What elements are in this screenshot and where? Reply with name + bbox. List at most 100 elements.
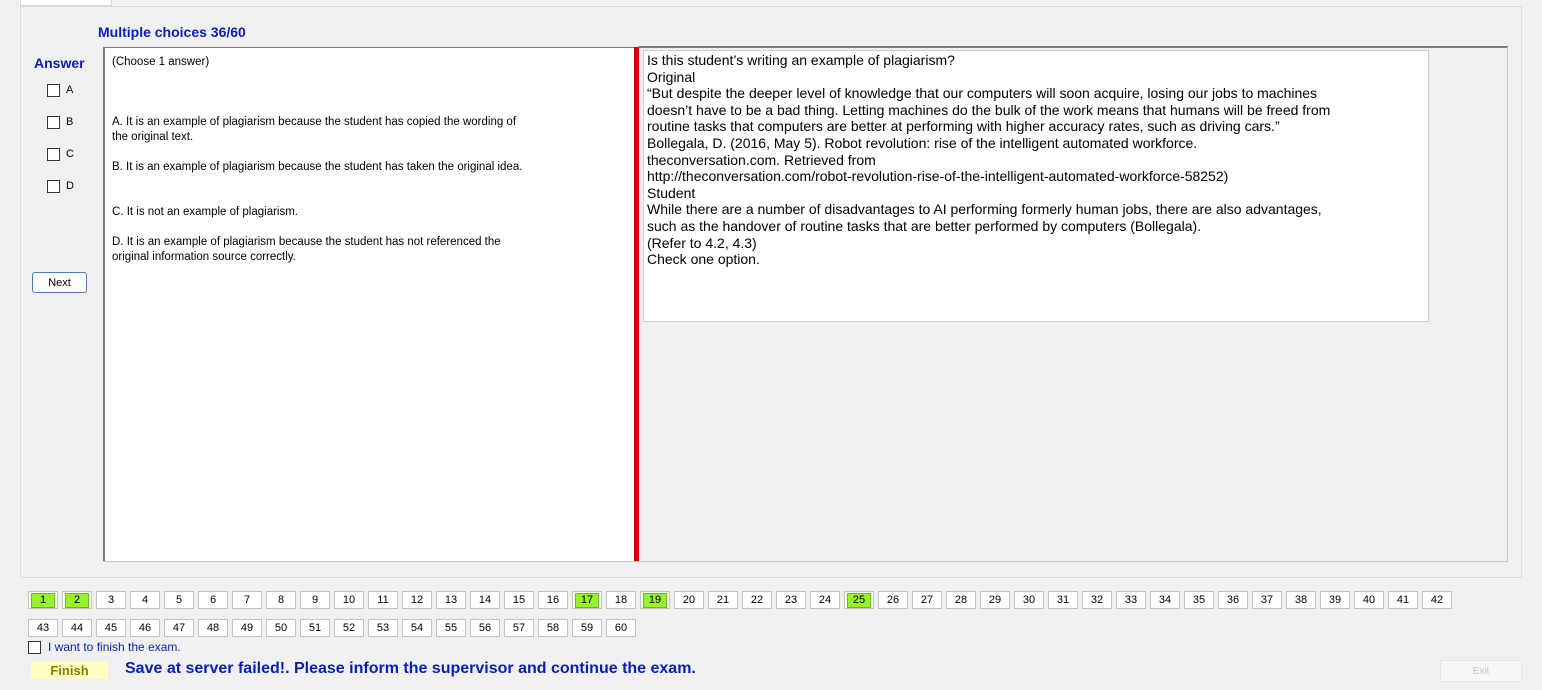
question-nav-button-9[interactable]: 9 xyxy=(300,591,330,609)
question-nav-button-3[interactable]: 3 xyxy=(96,591,126,609)
finish-checkbox-box[interactable] xyxy=(28,640,41,654)
finish-button[interactable]: Finish xyxy=(31,661,108,679)
question-line: http://theconversation.com/robot-revolut… xyxy=(647,168,1229,185)
question-nav-button-58[interactable]: 58 xyxy=(538,619,568,637)
question-nav-number: 1 xyxy=(31,592,55,608)
question-nav-number: 4 xyxy=(141,594,149,606)
question-nav-button-22[interactable]: 22 xyxy=(742,591,772,609)
question-line: While there are a number of disadvantage… xyxy=(647,201,1322,218)
question-nav-button-52[interactable]: 52 xyxy=(334,619,364,637)
checkbox-a[interactable] xyxy=(47,83,60,97)
question-nav-number: 21 xyxy=(716,594,730,606)
question-nav-button-30[interactable]: 30 xyxy=(1014,591,1044,609)
question-nav-button-1[interactable]: 1 xyxy=(28,591,58,609)
question-nav-button-28[interactable]: 28 xyxy=(946,591,976,609)
question-nav-button-49[interactable]: 49 xyxy=(232,619,262,637)
question-nav-button-2[interactable]: 2 xyxy=(62,591,92,609)
question-nav-button-31[interactable]: 31 xyxy=(1048,591,1078,609)
question-nav-button-7[interactable]: 7 xyxy=(232,591,262,609)
question-nav-button-46[interactable]: 46 xyxy=(130,619,160,637)
question-nav-button-23[interactable]: 23 xyxy=(776,591,806,609)
question-nav-button-20[interactable]: 20 xyxy=(674,591,704,609)
question-nav-button-48[interactable]: 48 xyxy=(198,619,228,637)
question-nav-button-40[interactable]: 40 xyxy=(1354,591,1384,609)
question-nav-button-12[interactable]: 12 xyxy=(402,591,432,609)
question-nav-number: 18 xyxy=(614,594,628,606)
question-nav-button-45[interactable]: 45 xyxy=(96,619,126,637)
question-nav-button-47[interactable]: 47 xyxy=(164,619,194,637)
question-nav-button-29[interactable]: 29 xyxy=(980,591,1010,609)
question-nav-button-6[interactable]: 6 xyxy=(198,591,228,609)
question-nav-button-16[interactable]: 16 xyxy=(538,591,568,609)
checkbox-c[interactable] xyxy=(47,147,60,161)
question-nav-button-25[interactable]: 25 xyxy=(844,591,874,609)
choice-a[interactable]: A xyxy=(47,82,73,98)
question-nav-button-14[interactable]: 14 xyxy=(470,591,500,609)
checkbox-b[interactable] xyxy=(47,115,60,129)
question-nav-number: 9 xyxy=(311,594,319,606)
question-nav-number: 58 xyxy=(546,622,560,634)
question-nav-button-59[interactable]: 59 xyxy=(572,619,602,637)
question-nav-button-35[interactable]: 35 xyxy=(1184,591,1214,609)
panel-divider[interactable] xyxy=(634,47,639,562)
question-nav-button-43[interactable]: 43 xyxy=(28,619,58,637)
question-nav-button-11[interactable]: 11 xyxy=(368,591,398,609)
question-nav-button-24[interactable]: 24 xyxy=(810,591,840,609)
choice-b[interactable]: B xyxy=(47,114,73,130)
question-nav-number: 60 xyxy=(614,622,628,634)
question-line: such as the handover of routine tasks th… xyxy=(647,218,1202,234)
question-nav-number: 31 xyxy=(1056,594,1070,606)
question-nav-button-60[interactable]: 60 xyxy=(606,619,636,637)
question-nav-button-57[interactable]: 57 xyxy=(504,619,534,637)
question-nav-button-13[interactable]: 13 xyxy=(436,591,466,609)
question-nav-button-50[interactable]: 50 xyxy=(266,619,296,637)
question-line: Student xyxy=(647,184,696,201)
question-nav-button-42[interactable]: 42 xyxy=(1422,591,1452,609)
question-nav-number: 49 xyxy=(240,622,254,634)
question-nav-button-55[interactable]: 55 xyxy=(436,619,466,637)
question-nav-button-18[interactable]: 18 xyxy=(606,591,636,609)
question-nav-button-21[interactable]: 21 xyxy=(708,591,738,609)
checkbox-d[interactable] xyxy=(47,179,60,193)
question-line: doesn’t have to be a bad thing. Letting … xyxy=(647,101,1331,118)
question-nav-number: 33 xyxy=(1124,594,1138,606)
question-nav-button-33[interactable]: 33 xyxy=(1116,591,1146,609)
question-nav-number: 40 xyxy=(1362,594,1376,606)
question-nav-button-26[interactable]: 26 xyxy=(878,591,908,609)
question-line: “But despite the deeper level of knowled… xyxy=(647,85,1318,102)
choice-d[interactable]: D xyxy=(47,178,74,194)
question-nav-button-34[interactable]: 34 xyxy=(1150,591,1180,609)
question-nav-button-44[interactable]: 44 xyxy=(62,619,92,637)
choice-c[interactable]: C xyxy=(47,146,74,162)
question-nav-number: 43 xyxy=(36,622,50,634)
question-nav-button-38[interactable]: 38 xyxy=(1286,591,1316,609)
question-nav-button-56[interactable]: 56 xyxy=(470,619,500,637)
next-button[interactable]: Next xyxy=(32,272,87,293)
question-nav-button-39[interactable]: 39 xyxy=(1320,591,1350,609)
question-nav-number: 12 xyxy=(410,594,424,606)
question-nav-button-10[interactable]: 10 xyxy=(334,591,364,609)
question-nav-number: 17 xyxy=(575,592,599,608)
question-nav-button-17[interactable]: 17 xyxy=(572,591,602,609)
question-nav-number: 23 xyxy=(784,594,798,606)
question-line: Check one option. xyxy=(647,251,760,268)
question-nav-button-51[interactable]: 51 xyxy=(300,619,330,637)
question-nav-button-53[interactable]: 53 xyxy=(368,619,398,637)
question-nav-button-15[interactable]: 15 xyxy=(504,591,534,609)
choice-label-b: B xyxy=(66,116,74,128)
question-nav-number: 25 xyxy=(847,592,871,608)
question-nav-button-27[interactable]: 27 xyxy=(912,591,942,609)
question-nav-button-4[interactable]: 4 xyxy=(130,591,160,609)
question-nav-number: 35 xyxy=(1192,594,1206,606)
question-nav-number: 34 xyxy=(1158,594,1172,606)
question-nav-button-54[interactable]: 54 xyxy=(402,619,432,637)
question-nav-button-32[interactable]: 32 xyxy=(1082,591,1112,609)
question-nav-button-41[interactable]: 41 xyxy=(1388,591,1418,609)
question-nav-button-19[interactable]: 19 xyxy=(640,591,670,609)
question-nav-button-8[interactable]: 8 xyxy=(266,591,296,609)
question-nav-button-37[interactable]: 37 xyxy=(1252,591,1282,609)
question-nav-button-36[interactable]: 36 xyxy=(1218,591,1248,609)
finish-exam-checkbox[interactable]: I want to finish the exam. xyxy=(28,640,181,654)
question-nav-number: 15 xyxy=(512,594,526,606)
question-nav-button-5[interactable]: 5 xyxy=(164,591,194,609)
